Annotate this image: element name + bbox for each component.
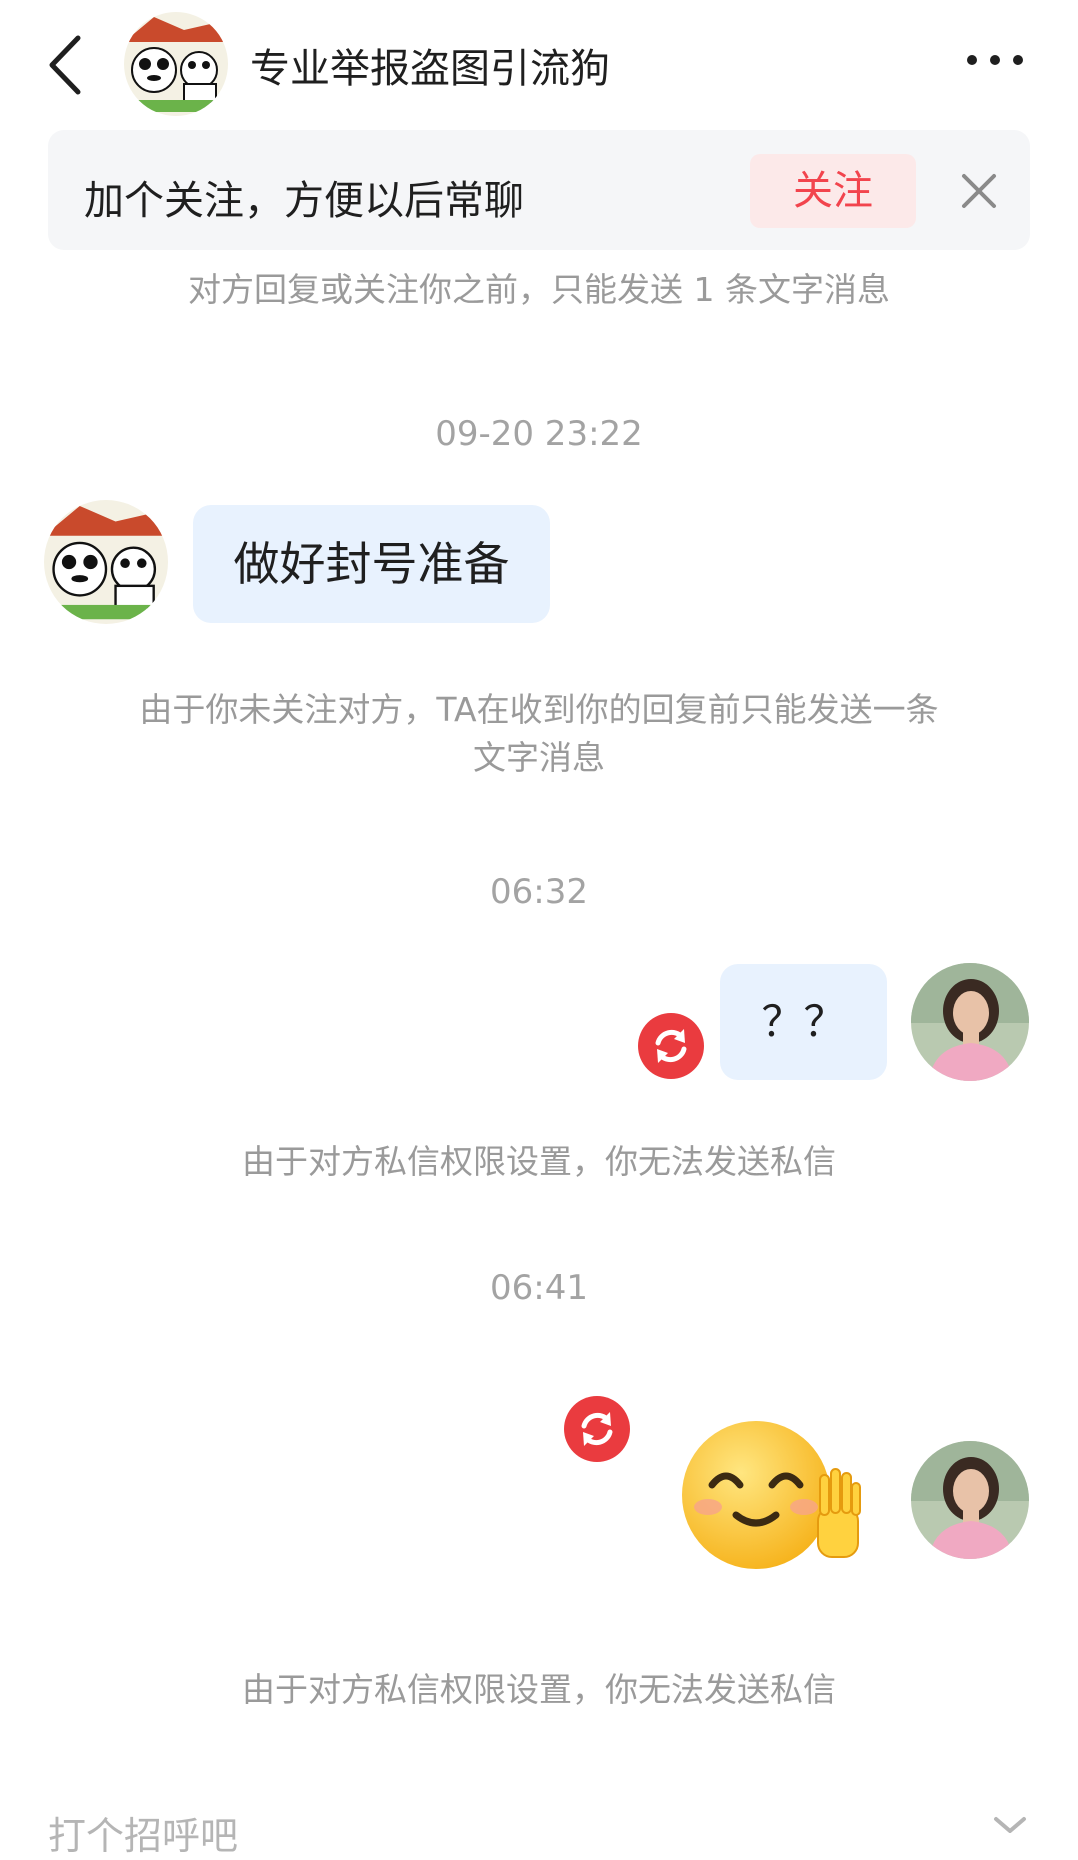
timestamp: 06:32 bbox=[490, 872, 588, 912]
more-horizontal-icon bbox=[967, 55, 1023, 65]
refresh-icon bbox=[581, 1412, 613, 1446]
resend-button[interactable] bbox=[638, 1013, 704, 1079]
contact-avatar[interactable] bbox=[124, 12, 228, 116]
panda-meme-avatar-icon bbox=[44, 500, 168, 624]
close-icon bbox=[962, 174, 996, 208]
system-notice: 由于对方私信权限设置，你无法发送私信 bbox=[242, 1670, 836, 1709]
timestamp: 09-20 23:22 bbox=[435, 414, 643, 454]
system-notice: 对方回复或关注你之前，只能发送 1 条文字消息 bbox=[188, 270, 890, 309]
incoming-message-bubble[interactable]: 做好封号准备 bbox=[193, 505, 550, 623]
more-button[interactable] bbox=[960, 40, 1030, 80]
refresh-icon bbox=[655, 1029, 687, 1063]
follow-banner-text: 加个关注，方便以后常聊 bbox=[84, 178, 524, 224]
panda-meme-avatar-icon bbox=[124, 12, 228, 116]
follow-banner: 加个关注，方便以后常聊 关注 bbox=[48, 130, 1030, 250]
chat-title: 专业举报盗图引流狗 bbox=[250, 46, 610, 92]
timestamp: 06:41 bbox=[490, 1268, 588, 1308]
chevron-left-icon bbox=[49, 35, 81, 95]
system-notice-line: 文字消息 bbox=[473, 738, 605, 777]
system-notice: 由于对方私信权限设置，你无法发送私信 bbox=[242, 1142, 836, 1181]
outgoing-message-bubble[interactable]: ？？ bbox=[720, 964, 887, 1080]
smile-wave-emoji-icon bbox=[682, 1421, 861, 1569]
resend-button[interactable] bbox=[564, 1396, 630, 1462]
system-notice-line: 由于你未关注对方，TA在收到你的回复前只能发送一条 bbox=[139, 690, 939, 729]
woman-photo-avatar-icon bbox=[911, 1441, 1029, 1559]
back-button[interactable] bbox=[42, 30, 92, 100]
my-avatar[interactable] bbox=[911, 963, 1029, 1081]
close-banner-button[interactable] bbox=[952, 164, 1006, 218]
woman-photo-avatar-icon bbox=[911, 963, 1029, 1081]
my-avatar[interactable] bbox=[911, 1441, 1029, 1559]
emoji-message[interactable] bbox=[668, 1415, 868, 1575]
chevron-down-icon[interactable] bbox=[990, 1815, 1030, 1834]
follow-button[interactable]: 关注 bbox=[750, 154, 916, 228]
sender-avatar[interactable] bbox=[44, 500, 168, 624]
